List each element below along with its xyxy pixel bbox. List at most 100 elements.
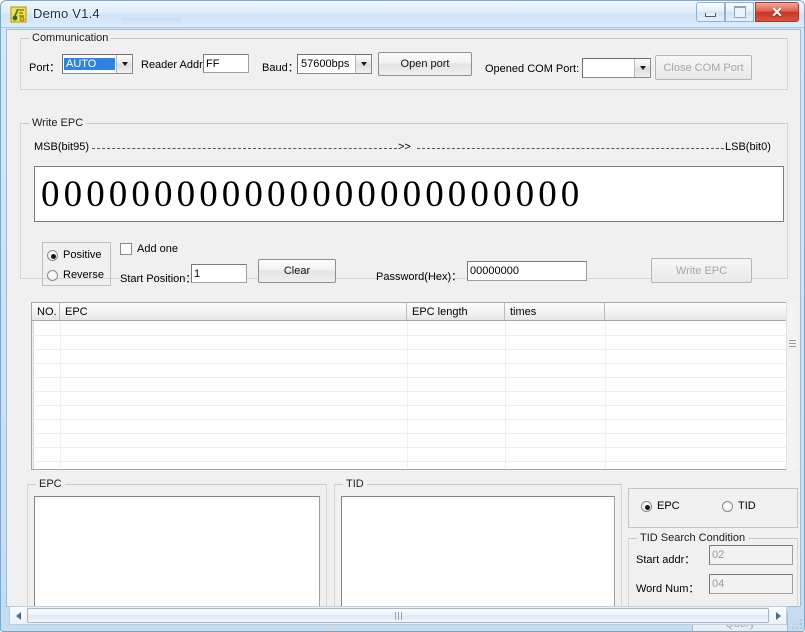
- write-epc-button[interactable]: Write EPC: [651, 258, 752, 283]
- baud-label: Baud：: [262, 62, 299, 74]
- radio-positive-dot: [47, 249, 58, 261]
- reader-addr-input[interactable]: FF: [203, 54, 249, 73]
- baud-select[interactable]: 57600bps: [297, 54, 372, 74]
- column-header-epc-length[interactable]: EPC length: [407, 303, 505, 320]
- password-label: Password(Hex)：: [376, 271, 463, 283]
- clear-label: Clear: [283, 265, 311, 277]
- table-row: [32, 335, 787, 336]
- epc-hex-value: 000000000000000000000000: [41, 173, 584, 215]
- column-header-epc[interactable]: EPC: [60, 303, 407, 320]
- application-window: Demo V1.4 ✕ Communication Port： AUTO Rea…: [0, 0, 805, 632]
- radio-mode-epc-dot: [641, 500, 652, 512]
- write-epc-group-label: Write EPC: [29, 117, 87, 129]
- communication-group-label: Communication: [29, 32, 112, 44]
- msb-label: MSB(bit95): [34, 141, 90, 153]
- tid-search-condition-label: TID Search Condition: [637, 532, 749, 544]
- epc-hex-input[interactable]: 000000000000000000000000: [34, 166, 784, 222]
- write-epc-button-label: Write EPC: [675, 264, 728, 277]
- minimize-button[interactable]: [696, 2, 725, 22]
- start-position-value: 1: [194, 267, 201, 280]
- scroll-thumb-grip-icon: [394, 611, 402, 620]
- title-bar: Demo V1.4 ✕: [1, 1, 804, 28]
- close-com-port-label: Close COM Port: [663, 61, 744, 74]
- msb-dash-line: [92, 148, 397, 149]
- radio-positive-label: Positive: [63, 249, 102, 261]
- word-num-value: 04: [712, 578, 725, 590]
- tid-output-group-label: TID: [343, 478, 367, 490]
- close-com-port-button[interactable]: Close COM Port: [655, 55, 752, 80]
- close-button[interactable]: ✕: [755, 2, 799, 22]
- add-one-checkbox[interactable]: Add one: [120, 243, 178, 255]
- start-addr-value: 02: [712, 549, 725, 561]
- chevron-down-icon[interactable]: [355, 55, 371, 73]
- column-header-no[interactable]: NO.: [32, 303, 60, 320]
- port-label: Port：: [29, 62, 61, 74]
- radio-reverse-dot: [47, 269, 58, 281]
- scroll-right-icon[interactable]: [770, 607, 786, 624]
- radio-mode-tid-label: TID: [738, 500, 756, 512]
- direction-arrow-label: >>: [398, 141, 411, 153]
- window-horizontal-scrollbar[interactable]: [9, 606, 787, 625]
- table-row: [32, 377, 787, 378]
- table-row: [32, 433, 787, 434]
- table-row: [32, 405, 787, 406]
- password-value: 00000000: [470, 265, 519, 277]
- reader-addr-value: FF: [206, 57, 220, 70]
- radio-reverse[interactable]: Reverse: [47, 269, 104, 281]
- tid-output-textarea[interactable]: [341, 496, 615, 624]
- word-num-input[interactable]: 04: [709, 574, 793, 594]
- minimize-icon: [697, 3, 724, 21]
- lsb-label: LSB(bit0): [725, 141, 771, 153]
- word-num-label: Word Num：: [636, 583, 700, 595]
- password-input[interactable]: 00000000: [467, 261, 587, 281]
- table-vertical-scrollbar[interactable]: [786, 302, 797, 470]
- open-port-button[interactable]: Open port: [378, 52, 472, 76]
- table-row: [32, 391, 787, 392]
- app-icon: [10, 6, 27, 23]
- column-header-times[interactable]: times: [505, 303, 605, 320]
- table-row: [32, 419, 787, 420]
- client-area: Communication Port： AUTO Reader Addr: FF…: [6, 29, 801, 631]
- port-select-value: AUTO: [64, 58, 115, 70]
- epc-results-table[interactable]: NO. EPC EPC length times 2: [31, 302, 788, 470]
- radio-mode-tid[interactable]: TID: [722, 500, 756, 512]
- maximize-icon: [726, 3, 753, 21]
- open-port-label: Open port: [400, 58, 450, 70]
- scrollbar-grip-icon[interactable]: [788, 338, 797, 348]
- clear-button[interactable]: Clear: [258, 259, 336, 283]
- window-title: Demo V1.4: [33, 6, 100, 21]
- add-one-checkbox-box: [120, 243, 132, 255]
- resize-grip-icon[interactable]: [790, 617, 802, 629]
- opened-com-port-select[interactable]: [582, 58, 651, 78]
- radio-positive[interactable]: Positive: [47, 249, 102, 261]
- scroll-left-icon[interactable]: [10, 607, 26, 624]
- table-row: [32, 447, 787, 448]
- reader-addr-label: Reader Addr:: [141, 59, 206, 71]
- radio-mode-tid-dot: [722, 500, 733, 512]
- radio-mode-epc-label: EPC: [657, 500, 680, 512]
- table-row: [32, 461, 787, 462]
- start-addr-input[interactable]: 02: [709, 545, 793, 565]
- title-ghost-artifact: [121, 18, 181, 25]
- table-header-row: NO. EPC EPC length times: [32, 303, 787, 321]
- epc-output-group-label: EPC: [36, 478, 65, 490]
- column-header-extra[interactable]: [605, 303, 787, 320]
- radio-mode-epc[interactable]: EPC: [641, 500, 680, 512]
- maximize-button[interactable]: [725, 2, 754, 22]
- lsb-dash-line: [417, 148, 724, 149]
- horizontal-scroll-thumb[interactable]: [27, 608, 769, 623]
- chevron-down-icon[interactable]: [116, 55, 132, 73]
- close-icon: ✕: [771, 3, 783, 20]
- port-select[interactable]: AUTO: [62, 54, 133, 74]
- start-position-input[interactable]: 1: [191, 264, 247, 283]
- chevron-down-icon[interactable]: [634, 59, 650, 77]
- start-addr-label: Start addr：: [636, 554, 696, 566]
- add-one-label: Add one: [137, 243, 178, 255]
- epc-output-textarea[interactable]: [34, 496, 320, 624]
- radio-reverse-label: Reverse: [63, 269, 104, 281]
- table-row: [32, 363, 787, 364]
- start-position-label: Start Position：: [120, 273, 197, 285]
- baud-select-value: 57600bps: [301, 58, 350, 70]
- table-row: [32, 349, 787, 350]
- opened-com-port-label: Opened COM Port:: [485, 63, 580, 75]
